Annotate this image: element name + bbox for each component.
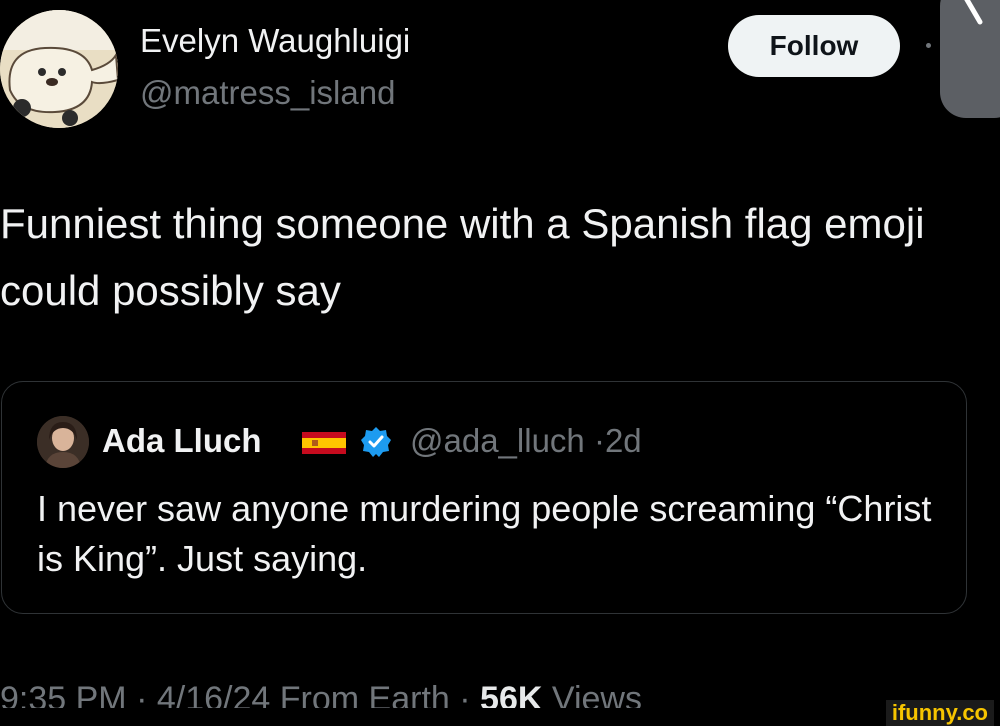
- meta-separator: ·: [593, 422, 605, 459]
- tweet-text: Funniest thing someone with a Spanish fl…: [0, 200, 925, 314]
- spain-flag-icon: [302, 432, 346, 454]
- author-handle[interactable]: @matress_island: [140, 74, 395, 112]
- quoted-tweet-card[interactable]: Ada Lluch @ada_lluch ·2d I never saw any…: [1, 381, 967, 614]
- overlay-widget: [940, 0, 1000, 118]
- avatar[interactable]: [0, 10, 118, 128]
- watermark-strip: [0, 708, 1000, 726]
- follow-button[interactable]: Follow: [728, 15, 900, 77]
- quoted-avatar[interactable]: [37, 416, 89, 468]
- quoted-tweet-text: I never saw anyone murdering people scre…: [37, 488, 932, 579]
- author-display-name[interactable]: Evelyn Waughluigi: [140, 22, 410, 60]
- separator-dot: [926, 43, 931, 48]
- verified-badge-icon: [360, 426, 392, 458]
- quoted-handle[interactable]: @ada_lluch: [410, 422, 585, 459]
- person-avatar-icon: [37, 416, 89, 468]
- quoted-handle-and-age[interactable]: @ada_lluch ·2d: [410, 422, 642, 460]
- quoted-age[interactable]: 2d: [605, 422, 642, 459]
- watermark-logo: ifunny.co: [885, 700, 994, 726]
- quoted-author-name[interactable]: Ada Lluch: [102, 422, 262, 460]
- slash-icon: [964, 0, 983, 25]
- cartoon-seal-icon: [0, 10, 118, 128]
